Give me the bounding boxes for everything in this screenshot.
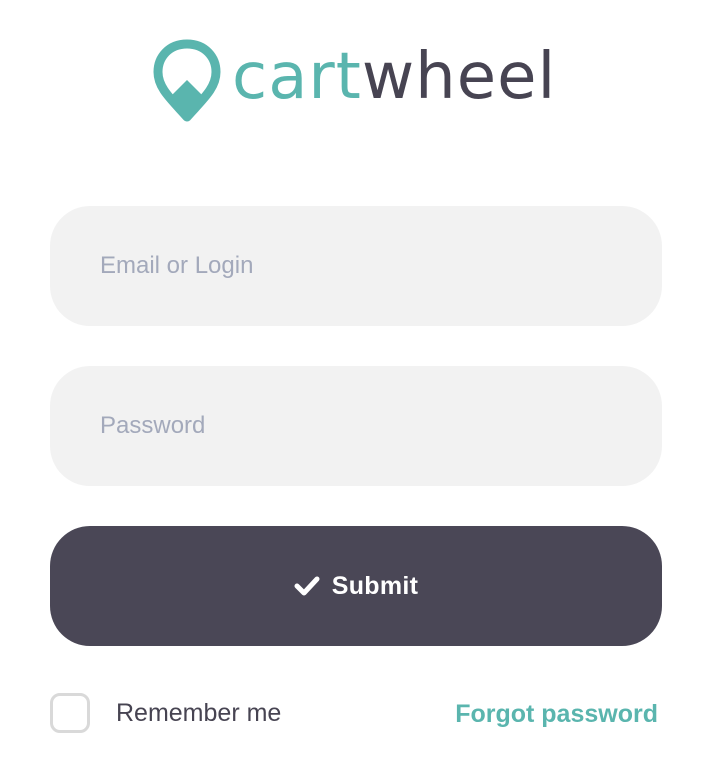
remember-me-toggle[interactable]: Remember me (50, 693, 281, 733)
check-icon (294, 576, 320, 596)
brand-name-part1: cart (232, 40, 362, 114)
email-field[interactable] (50, 206, 662, 326)
brand-logo: cartwheel (152, 36, 556, 126)
password-field[interactable] (50, 366, 662, 486)
location-pin-icon (153, 39, 221, 122)
brand-name-part2: wheel (361, 40, 557, 114)
submit-label: Submit (331, 571, 419, 600)
forgot-password-link[interactable]: Forgot password (455, 700, 658, 729)
login-page: cartwheel Submit Remember me Forgot pass… (0, 0, 704, 762)
remember-me-checkbox[interactable] (50, 693, 90, 733)
submit-button[interactable]: Submit (50, 526, 662, 646)
remember-me-label: Remember me (116, 698, 282, 727)
brand-wordmark: cartwheel (232, 45, 556, 109)
